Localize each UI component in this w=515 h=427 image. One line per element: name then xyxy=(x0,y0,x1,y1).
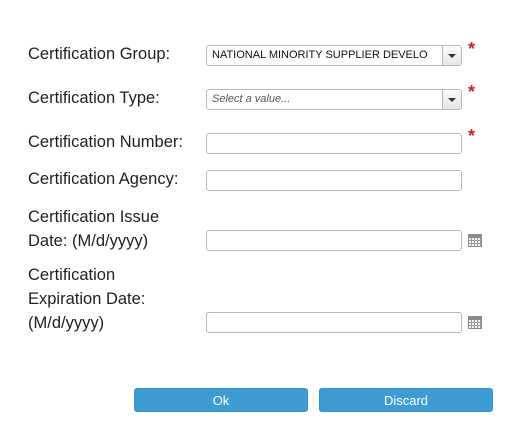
expiration-date-label-line1: Certification xyxy=(28,266,116,284)
ok-button[interactable]: Ok xyxy=(134,388,308,412)
discard-button[interactable]: Discard xyxy=(319,388,493,412)
expiration-date-label-line3: (M/d/yyyy) xyxy=(28,314,105,332)
issue-date-label-line1: Certification Issue xyxy=(28,208,160,226)
calendar-icon[interactable] xyxy=(468,234,482,247)
certification-type-placeholder: Select a value... xyxy=(212,93,291,105)
required-marker: * xyxy=(468,82,476,102)
issue-date-input[interactable] xyxy=(206,230,462,251)
certification-number-label: Certification Number: xyxy=(28,133,183,151)
issue-date-label-line2: Date: (M/d/yyyy) xyxy=(28,232,149,250)
expiration-date-input[interactable] xyxy=(206,312,462,333)
chevron-down-icon[interactable] xyxy=(442,46,461,65)
certification-group-value: NATIONAL MINORITY SUPPLIER DEVELO xyxy=(212,49,428,61)
calendar-icon[interactable] xyxy=(468,316,482,329)
certification-group-label: Certification Group: xyxy=(28,45,171,63)
required-marker: * xyxy=(468,126,476,146)
certification-number-input[interactable] xyxy=(206,133,462,154)
certification-type-select[interactable]: Select a value... xyxy=(206,89,462,110)
certification-group-select[interactable]: NATIONAL MINORITY SUPPLIER DEVELO xyxy=(206,45,462,66)
expiration-date-label-line2: Expiration Date: xyxy=(28,290,146,308)
chevron-down-icon[interactable] xyxy=(442,90,461,109)
certification-agency-label: Certification Agency: xyxy=(28,170,179,188)
required-marker: * xyxy=(468,39,476,59)
certification-type-label: Certification Type: xyxy=(28,89,160,107)
issue-date-label: Certification Issue Date: (M/d/yyyy) xyxy=(28,205,159,253)
certification-agency-input[interactable] xyxy=(206,170,462,191)
expiration-date-label: Certification Expiration Date: (M/d/yyyy… xyxy=(28,263,145,335)
